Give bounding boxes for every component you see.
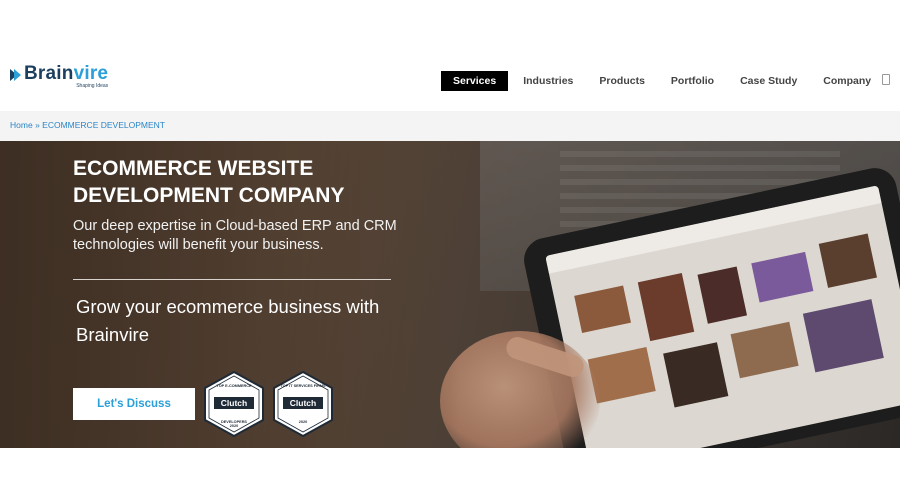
brainvire-logo[interactable]: Brainvire Shaping Ideas: [10, 64, 108, 89]
nav-item-services[interactable]: Services: [441, 71, 509, 91]
nav-item-case-study[interactable]: Case Study: [740, 71, 797, 91]
hero-title: ECOMMERCE WEBSITE DEVELOPMENT COMPANY: [73, 157, 345, 207]
breadcrumb-current[interactable]: ECOMMERCE DEVELOPMENT: [42, 120, 165, 130]
lets-discuss-button[interactable]: Let's Discuss: [73, 388, 195, 420]
nav-item-industries[interactable]: Industries: [523, 71, 573, 91]
clutch-badge-it-services[interactable]: TOP IT SERVICES FIRMS Clutch 2020: [272, 371, 334, 437]
hero-grow-text: Grow your ecommerce business with Brainv…: [76, 296, 380, 345]
logo-tagline: Shaping Ideas: [76, 83, 109, 89]
main-nav: Services Industries Products Portfolio C…: [441, 71, 871, 91]
breadcrumb: Home » ECOMMERCE DEVELOPMENT: [0, 111, 900, 141]
hero-banner: ECOMMERCE WEBSITE DEVELOPMENT COMPANY Ou…: [0, 141, 900, 448]
nav-item-portfolio[interactable]: Portfolio: [671, 71, 714, 91]
clutch-badge-ecommerce[interactable]: TOP E-COMMERCE Clutch DEVELOPERS 2020: [203, 371, 265, 437]
logo-chevron-icon: [10, 67, 22, 85]
clutch-logo: Clutch: [214, 397, 254, 409]
breadcrumb-home-link[interactable]: Home: [10, 120, 33, 130]
hero-divider: [73, 279, 391, 280]
breadcrumb-separator: »: [35, 120, 40, 130]
nav-item-products[interactable]: Products: [599, 71, 645, 91]
site-header: Brainvire Shaping Ideas Services Industr…: [0, 0, 900, 111]
hamburger-icon[interactable]: [882, 74, 890, 85]
logo-wordmark: Brainvire: [24, 63, 109, 84]
clutch-logo: Clutch: [283, 397, 323, 409]
hero-subtitle: Our deep expertise in Cloud-based ERP an…: [73, 218, 397, 253]
nav-item-company[interactable]: Company: [823, 71, 871, 91]
